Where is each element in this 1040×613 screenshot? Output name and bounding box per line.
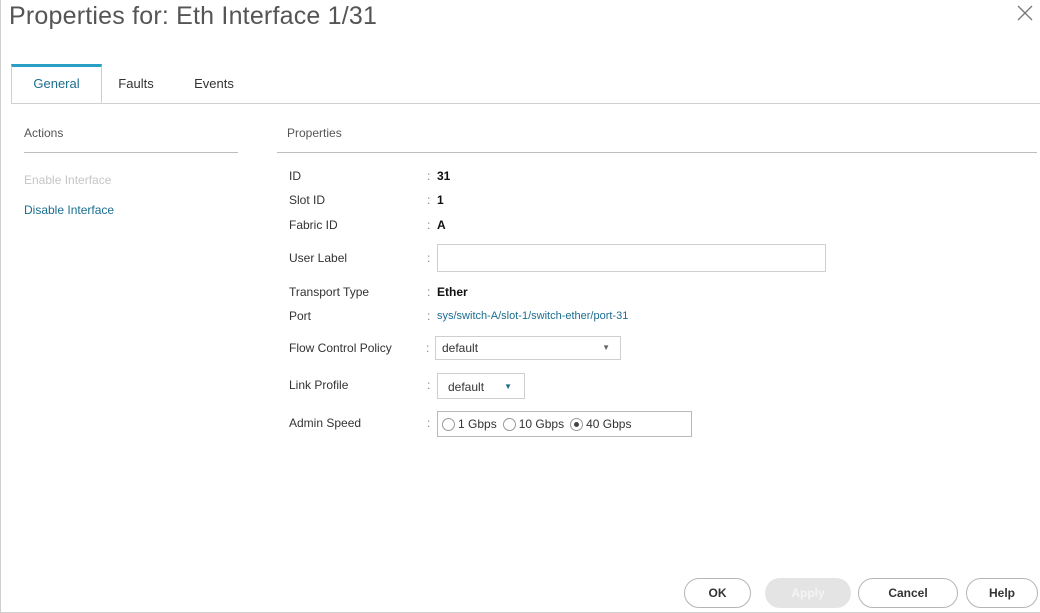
radio-unchecked-icon	[442, 417, 455, 431]
link-profile-select[interactable]: default ▼	[437, 373, 525, 399]
admin-speed-label: Admin Speed	[289, 416, 362, 430]
link-profile-value: default	[448, 380, 485, 394]
fabric-id-value: A	[437, 218, 446, 232]
admin-speed-radio-group: 1 Gbps 10 Gbps 40 Gbps	[437, 411, 692, 437]
actions-heading: Actions	[24, 126, 64, 140]
port-link[interactable]: sys/switch-A/slot-1/switch-ether/port-31	[437, 310, 628, 322]
tab-bar: General Faults Events	[11, 64, 1040, 104]
slot-id-label: Slot ID	[289, 193, 326, 207]
properties-dialog: Properties for: Eth Interface 1/31 Gener…	[0, 0, 1040, 613]
properties-divider	[277, 152, 1037, 153]
id-value: 31	[437, 169, 451, 183]
cancel-button[interactable]: Cancel	[858, 578, 958, 608]
disable-interface-action[interactable]: Disable Interface	[24, 203, 114, 217]
tab-faults[interactable]: Faults	[108, 64, 164, 104]
port-label: Port	[289, 309, 312, 323]
help-button[interactable]: Help	[966, 578, 1038, 608]
admin-speed-10gbps-radio[interactable]: 10 Gbps	[502, 417, 564, 431]
id-label: ID	[289, 169, 301, 183]
flow-control-policy-select[interactable]: default ▼	[435, 336, 621, 360]
transport-type-label: Transport Type	[289, 285, 370, 299]
user-label-input[interactable]	[437, 244, 826, 272]
actions-divider	[24, 152, 238, 153]
apply-button: Apply	[765, 578, 851, 608]
flow-control-policy-value: default	[442, 341, 479, 355]
radio-checked-icon	[570, 417, 584, 431]
properties-heading: Properties	[287, 126, 342, 140]
fabric-id-label: Fabric ID	[289, 218, 338, 232]
chevron-down-icon: ▼	[504, 382, 512, 391]
ok-button[interactable]: OK	[684, 578, 751, 608]
admin-speed-40gbps-radio[interactable]: 40 Gbps	[570, 417, 631, 431]
enable-interface-action: Enable Interface	[24, 173, 112, 187]
close-icon[interactable]	[1014, 2, 1036, 24]
transport-type-value: Ether	[437, 285, 468, 299]
tab-events[interactable]: Events	[177, 64, 251, 104]
chevron-down-icon: ▼	[602, 343, 610, 352]
admin-speed-1gbps-radio[interactable]: 1 Gbps	[442, 417, 497, 431]
link-profile-label: Link Profile	[289, 378, 349, 392]
tab-divider	[11, 103, 1040, 104]
dialog-title: Properties for: Eth Interface 1/31	[9, 2, 378, 30]
user-label-label: User Label	[289, 251, 348, 265]
radio-unchecked-icon	[502, 417, 516, 431]
slot-id-value: 1	[437, 193, 444, 207]
flow-control-policy-label: Flow Control Policy	[289, 341, 392, 355]
tab-general[interactable]: General	[11, 64, 102, 104]
